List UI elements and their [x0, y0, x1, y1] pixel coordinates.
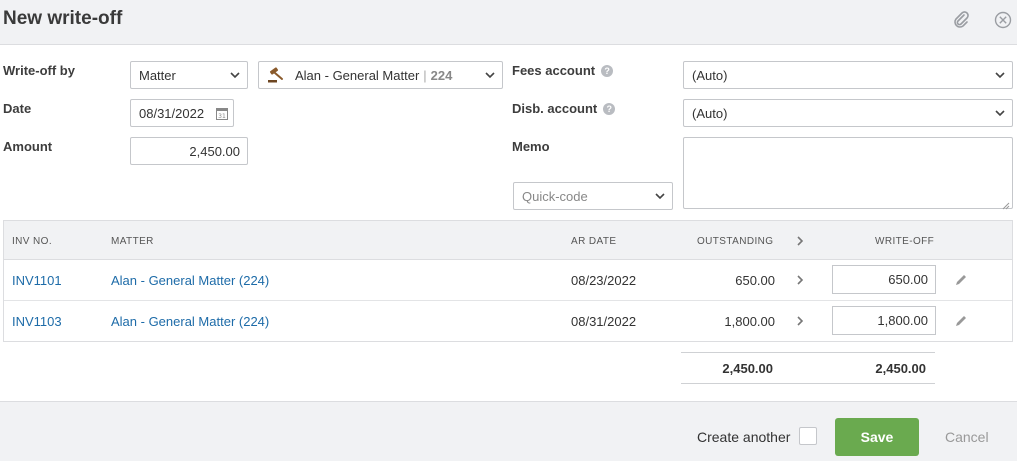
ar-date: 08/31/2022 — [571, 314, 637, 329]
invoice-table: INV NO. MATTER AR DATE OUTSTANDING WRITE… — [3, 220, 1013, 342]
dialog-footer: Create another Save Cancel — [0, 401, 1017, 461]
totals-divider — [681, 352, 935, 353]
help-icon[interactable]: ? — [601, 65, 614, 77]
cancel-button[interactable]: Cancel — [945, 429, 989, 445]
outstanding-amount: 650.00 — [735, 273, 775, 288]
header-matter[interactable]: MATTER — [111, 236, 154, 247]
matter-number: 224 — [430, 68, 453, 83]
total-outstanding: 2,450.00 — [722, 361, 773, 376]
table-header: INV NO. MATTER AR DATE OUTSTANDING WRITE… — [4, 221, 1012, 260]
table-row: INV1103 Alan - General Matter (224) 08/3… — [4, 301, 1012, 342]
create-another-label: Create another — [697, 429, 791, 445]
memo-label: Memo — [512, 139, 550, 154]
svg-text:31: 31 — [218, 113, 226, 120]
save-button[interactable]: Save — [835, 418, 919, 456]
fees-account-value: (Auto) — [692, 68, 728, 83]
writeoff-by-value: Matter — [139, 68, 176, 83]
outstanding-amount: 1,800.00 — [724, 314, 775, 329]
chevron-down-icon — [229, 70, 241, 80]
total-writeoff: 2,450.00 — [875, 361, 926, 376]
date-label: Date — [3, 101, 32, 116]
amount-value: 2,450.00 — [189, 144, 240, 159]
amount-input[interactable]: 2,450.00 — [130, 137, 248, 165]
totals-divider — [681, 383, 935, 384]
header-writeoff[interactable]: WRITE-OFF — [875, 236, 934, 247]
chevron-right-icon[interactable] — [795, 274, 805, 286]
dialog-header: New write-off — [0, 0, 1017, 45]
dialog-title: New write-off — [3, 8, 123, 29]
header-inv-no[interactable]: INV NO. — [12, 236, 52, 247]
chevron-down-icon — [654, 191, 666, 201]
memo-textarea[interactable] — [683, 137, 1013, 210]
matter-link[interactable]: Alan - General Matter (224) — [111, 314, 269, 329]
disb-account-label: Disb. account? — [512, 101, 616, 116]
quick-code-select[interactable]: Quick-code — [513, 182, 673, 210]
matter-select[interactable]: Alan - General Matter | 224 — [258, 61, 503, 89]
writeoff-by-select[interactable]: Matter — [130, 61, 248, 89]
chevron-down-icon — [994, 108, 1006, 118]
amount-label: Amount — [3, 139, 53, 154]
quick-code-placeholder: Quick-code — [522, 189, 588, 204]
close-icon[interactable] — [993, 10, 1013, 30]
ar-date: 08/23/2022 — [571, 273, 637, 288]
help-icon[interactable]: ? — [603, 103, 616, 115]
resize-grip-icon[interactable] — [1002, 198, 1010, 210]
create-another-checkbox[interactable] — [799, 427, 817, 445]
disb-account-select[interactable]: (Auto) — [683, 99, 1013, 127]
gavel-icon — [267, 66, 287, 84]
calendar-icon[interactable]: 31 — [216, 107, 228, 120]
invoice-link[interactable]: INV1101 — [12, 273, 62, 288]
pencil-icon[interactable] — [954, 273, 968, 287]
matter-link[interactable]: Alan - General Matter (224) — [111, 273, 269, 288]
pencil-icon[interactable] — [954, 314, 968, 328]
paperclip-icon[interactable] — [951, 10, 971, 30]
writeoff-input[interactable]: 650.00 — [832, 265, 936, 294]
chevron-right-icon[interactable] — [795, 235, 805, 247]
invoice-link[interactable]: INV1103 — [12, 314, 62, 329]
chevron-down-icon — [484, 70, 496, 80]
chevron-right-icon[interactable] — [795, 315, 805, 327]
header-ar-date[interactable]: AR DATE — [571, 236, 616, 247]
chevron-down-icon — [994, 70, 1006, 80]
table-row: INV1101 Alan - General Matter (224) 08/2… — [4, 260, 1012, 301]
disb-account-value: (Auto) — [692, 106, 728, 121]
date-value: 08/31/2022 — [139, 106, 205, 121]
writeoff-by-label: Write-off by — [3, 63, 75, 78]
matter-name: Alan - General Matter — [295, 68, 420, 83]
writeoff-input[interactable]: 1,800.00 — [832, 306, 936, 335]
date-input[interactable]: 08/31/2022 31 — [130, 99, 234, 127]
fees-account-select[interactable]: (Auto) — [683, 61, 1013, 89]
fees-account-label: Fees account? — [512, 63, 614, 78]
header-outstanding[interactable]: OUTSTANDING — [697, 236, 773, 247]
